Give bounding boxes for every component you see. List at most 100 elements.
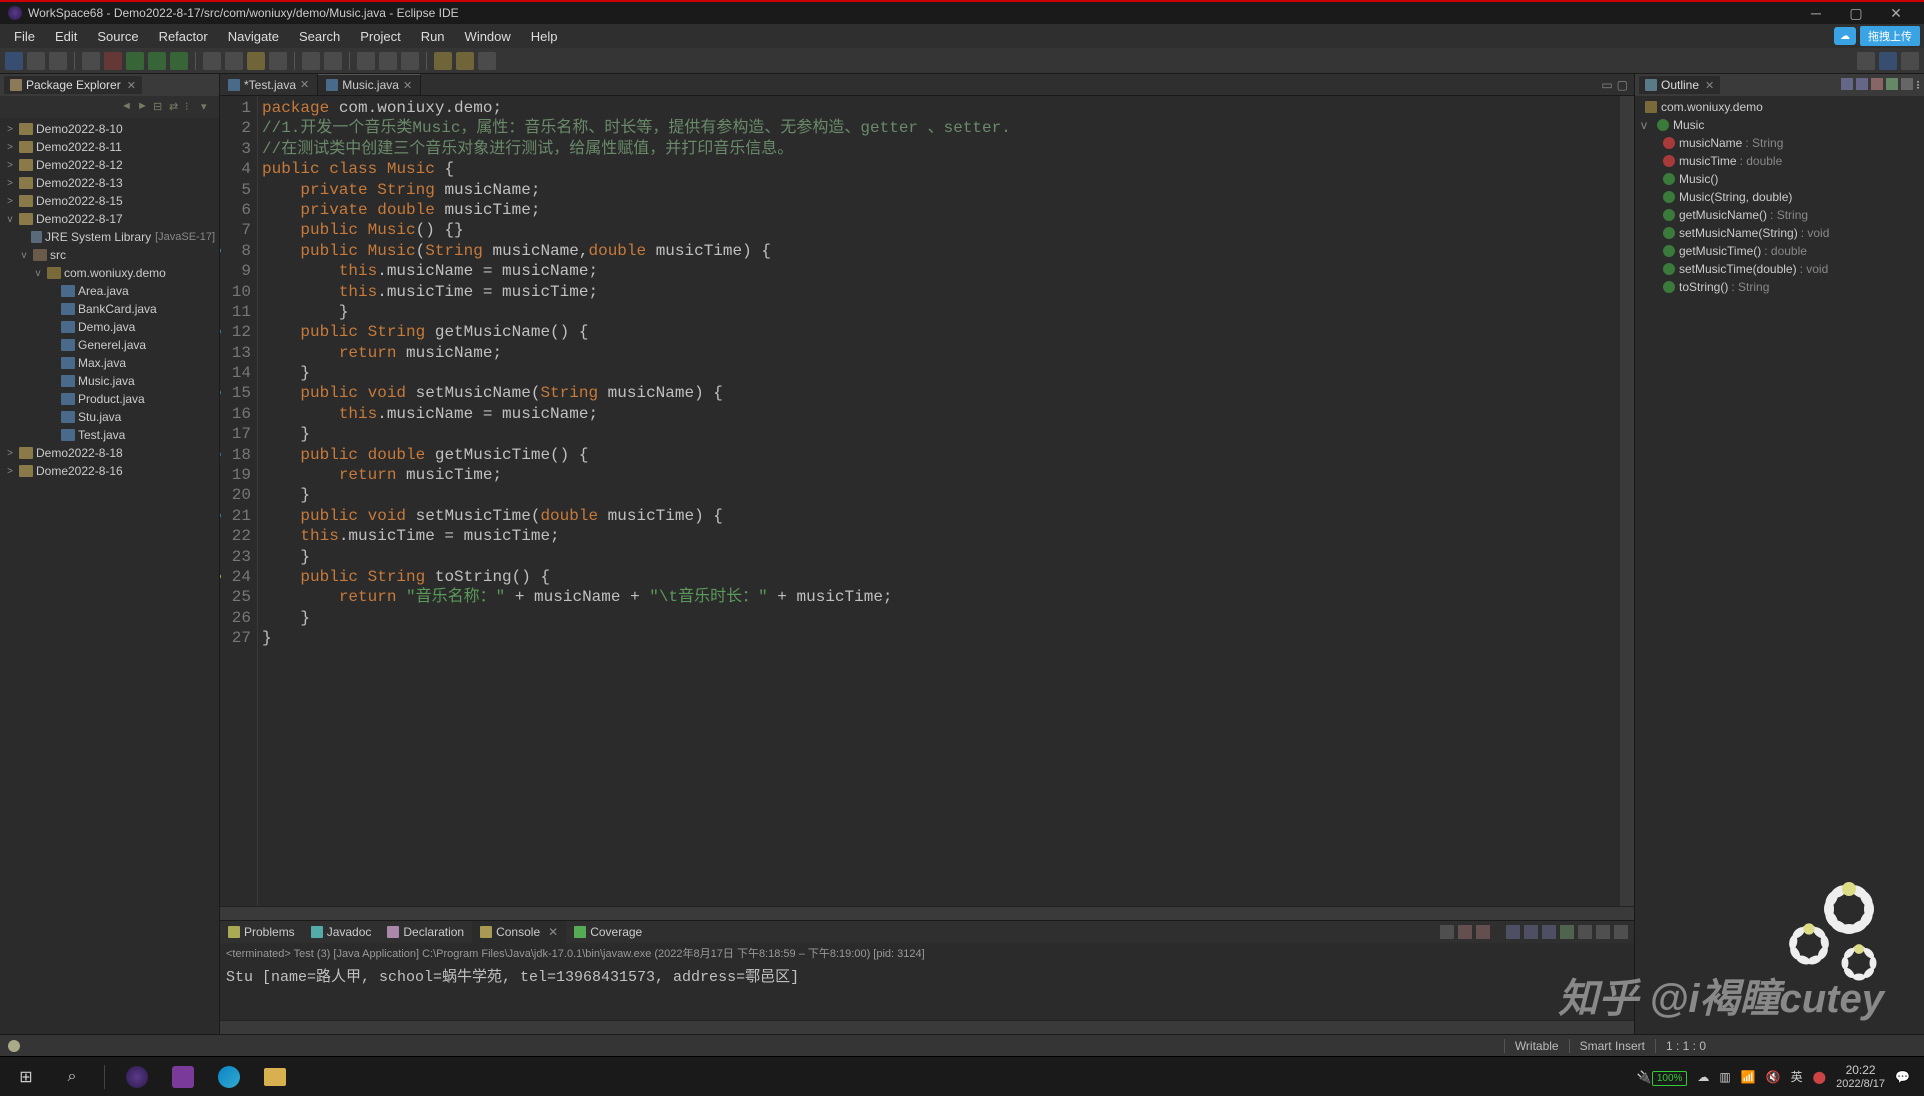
menu-project[interactable]: Project — [350, 26, 410, 47]
tree-item[interactable]: Music.java — [0, 372, 219, 390]
close-icon[interactable]: ✕ — [127, 79, 136, 92]
back-button[interactable] — [434, 52, 452, 70]
menu-window[interactable]: Window — [455, 26, 521, 47]
tree-item[interactable]: >Demo2022-8-12 — [0, 156, 219, 174]
toolbar-button[interactable] — [269, 52, 287, 70]
outline-tree[interactable]: com.woniuxy.demovMusicmusicName: Stringm… — [1635, 96, 1924, 1034]
package-tree[interactable]: >Demo2022-8-10>Demo2022-8-11>Demo2022-8-… — [0, 118, 219, 1034]
save-all-button[interactable] — [49, 52, 67, 70]
outline-item[interactable]: vMusic — [1635, 116, 1924, 134]
tree-item[interactable]: Area.java — [0, 282, 219, 300]
toolbar-button[interactable] — [302, 52, 320, 70]
close-button[interactable]: ✕ — [1876, 1, 1916, 25]
outline-tab[interactable]: Outline ✕ — [1639, 76, 1720, 94]
minimize-button[interactable]: ─ — [1796, 1, 1836, 25]
new-class-button[interactable] — [247, 52, 265, 70]
tree-item[interactable]: vDemo2022-8-17 — [0, 210, 219, 228]
filter-icon[interactable]: ⁝ — [185, 100, 199, 114]
tree-item[interactable]: >Demo2022-8-10 — [0, 120, 219, 138]
tree-item[interactable]: vcom.woniuxy.demo — [0, 264, 219, 282]
tree-item[interactable]: >Demo2022-8-11 — [0, 138, 219, 156]
close-icon[interactable]: ✕ — [1705, 79, 1714, 92]
perspective-button[interactable] — [1857, 52, 1875, 70]
console-toolbar-icon[interactable] — [1578, 925, 1592, 939]
taskbar-edge[interactable] — [207, 1059, 251, 1095]
outline-item[interactable]: setMusicName(String): void — [1635, 224, 1924, 242]
bottom-tab-console[interactable]: Console✕ — [472, 921, 566, 943]
tree-item[interactable]: >Demo2022-8-15 — [0, 192, 219, 210]
search-button[interactable]: ⌕ — [50, 1059, 94, 1095]
run-last-button[interactable] — [170, 52, 188, 70]
outline-item[interactable]: musicName: String — [1635, 134, 1924, 152]
outline-toolbar-icon[interactable] — [1856, 78, 1868, 90]
menu-refactor[interactable]: Refactor — [149, 26, 218, 47]
cloud-upload[interactable]: ☁ 拖拽上传 — [1834, 26, 1920, 46]
ime-lang[interactable]: 英 — [1791, 1068, 1803, 1085]
tree-item[interactable]: Generel.java — [0, 336, 219, 354]
outline-item[interactable]: Music() — [1635, 170, 1924, 188]
tree-item[interactable]: Product.java — [0, 390, 219, 408]
tree-item[interactable]: Max.java — [0, 354, 219, 372]
outline-item[interactable]: getMusicTime(): double — [1635, 242, 1924, 260]
tree-item[interactable]: Test.java — [0, 426, 219, 444]
menu-icon[interactable]: ▾ — [201, 100, 215, 114]
outline-item[interactable]: toString(): String — [1635, 278, 1924, 296]
volume-icon[interactable]: 🔇 — [1766, 1070, 1781, 1084]
editor-tab[interactable]: Music.java✕ — [318, 74, 421, 95]
outline-menu-icon[interactable]: ⁝ — [1916, 78, 1920, 92]
toolbar-button[interactable] — [379, 52, 397, 70]
toolbar-button[interactable] — [203, 52, 221, 70]
toolbar-button[interactable] — [324, 52, 342, 70]
toolbar-button[interactable] — [478, 52, 496, 70]
forward-button[interactable] — [456, 52, 474, 70]
bottom-tab-declaration[interactable]: Declaration — [379, 921, 472, 943]
save-button[interactable] — [27, 52, 45, 70]
tree-item[interactable]: JRE System Library[JavaSE-17] — [0, 228, 219, 246]
menu-navigate[interactable]: Navigate — [218, 26, 289, 47]
menu-source[interactable]: Source — [87, 26, 148, 47]
outline-item[interactable]: musicTime: double — [1635, 152, 1924, 170]
maximize-icon[interactable] — [1614, 925, 1628, 939]
start-button[interactable]: ⊞ — [4, 1059, 48, 1095]
taskbar-explorer[interactable] — [253, 1059, 297, 1095]
battery-icon[interactable]: 🔌100% — [1637, 1070, 1688, 1084]
collapse-icon[interactable]: ⊟ — [153, 100, 167, 114]
menu-file[interactable]: File — [4, 26, 45, 47]
back-icon[interactable]: ◄ — [121, 100, 135, 114]
tree-item[interactable]: BankCard.java — [0, 300, 219, 318]
maximize-button[interactable]: ▢ — [1836, 1, 1876, 25]
search-button[interactable] — [357, 52, 375, 70]
link-icon[interactable]: ⇄ — [169, 100, 183, 114]
outline-item[interactable]: getMusicName(): String — [1635, 206, 1924, 224]
java-perspective[interactable] — [1879, 52, 1897, 70]
run-button[interactable] — [126, 52, 144, 70]
menu-help[interactable]: Help — [521, 26, 568, 47]
outline-toolbar-icon[interactable] — [1886, 78, 1898, 90]
code-editor[interactable]: 1234567891011121314151617181920212223242… — [220, 96, 1634, 906]
tree-item[interactable]: Demo.java — [0, 318, 219, 336]
outline-toolbar-icon[interactable] — [1841, 78, 1853, 90]
taskbar-eclipse[interactable] — [115, 1059, 159, 1095]
toolbar-button[interactable] — [401, 52, 419, 70]
show-console-icon[interactable] — [1524, 925, 1538, 939]
console-output[interactable]: Stu [name=路人甲, school=蜗牛学苑, tel=13968431… — [220, 963, 1634, 1020]
toolbar-button[interactable] — [225, 52, 243, 70]
console-toolbar-icon[interactable] — [1542, 925, 1556, 939]
tray-icon[interactable]: ☁ — [1697, 1070, 1709, 1084]
new-button[interactable] — [5, 52, 23, 70]
forward-icon[interactable]: ► — [137, 100, 151, 114]
tree-item[interactable]: >Dome2022-8-16 — [0, 462, 219, 480]
tip-icon[interactable] — [8, 1040, 20, 1052]
menu-search[interactable]: Search — [289, 26, 350, 47]
taskbar-onenote[interactable] — [161, 1059, 205, 1095]
tray-icon[interactable]: ⬤ — [1813, 1070, 1826, 1084]
tree-item[interactable]: >Demo2022-8-13 — [0, 174, 219, 192]
clock[interactable]: 20:22 2022/8/17 — [1836, 1063, 1885, 1091]
toolbar-button[interactable] — [82, 52, 100, 70]
tree-item[interactable]: >Demo2022-8-18 — [0, 444, 219, 462]
package-explorer-tab[interactable]: Package Explorer ✕ — [4, 76, 142, 94]
toolbar-button[interactable] — [1901, 52, 1919, 70]
horizontal-scrollbar[interactable] — [220, 906, 1634, 920]
outline-item[interactable]: Music(String, double) — [1635, 188, 1924, 206]
scroll-lock-icon[interactable] — [1506, 925, 1520, 939]
